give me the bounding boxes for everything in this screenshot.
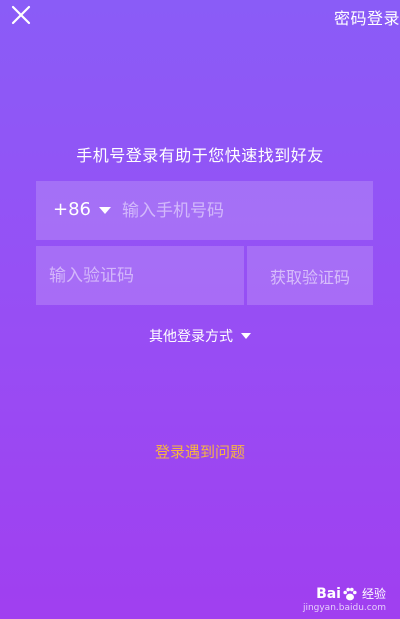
login-problem-link[interactable]: 登录遇到问题: [0, 441, 400, 462]
top-bar: 密码登录: [0, 0, 400, 36]
page-subtitle: 手机号登录有助于您快速找到好友: [76, 146, 324, 165]
close-icon: [11, 5, 31, 25]
password-login-link[interactable]: 密码登录: [334, 5, 400, 29]
caret-down-icon: [241, 333, 251, 339]
verification-code-input[interactable]: [49, 263, 234, 289]
country-code-selector[interactable]: +86: [53, 199, 111, 220]
country-code-label: +86: [53, 199, 91, 220]
caret-down-icon: [99, 207, 111, 214]
other-login-methods[interactable]: 其他登录方式: [0, 326, 400, 346]
watermark-brand-right: 经验: [361, 587, 386, 601]
watermark-url: jingyan.baidu.com: [302, 603, 386, 613]
paw-icon: [343, 587, 357, 600]
baidu-jingyan-watermark: Bai 经验 jingyan.baidu.com: [302, 585, 386, 614]
phone-input[interactable]: [122, 198, 357, 224]
watermark-brand-left: Bai: [316, 585, 341, 602]
verification-code-field: [36, 246, 244, 305]
get-code-button[interactable]: 获取验证码: [247, 246, 373, 305]
phone-field: +86: [36, 181, 373, 240]
close-button[interactable]: [10, 4, 32, 26]
other-login-label: 其他登录方式: [149, 329, 233, 345]
